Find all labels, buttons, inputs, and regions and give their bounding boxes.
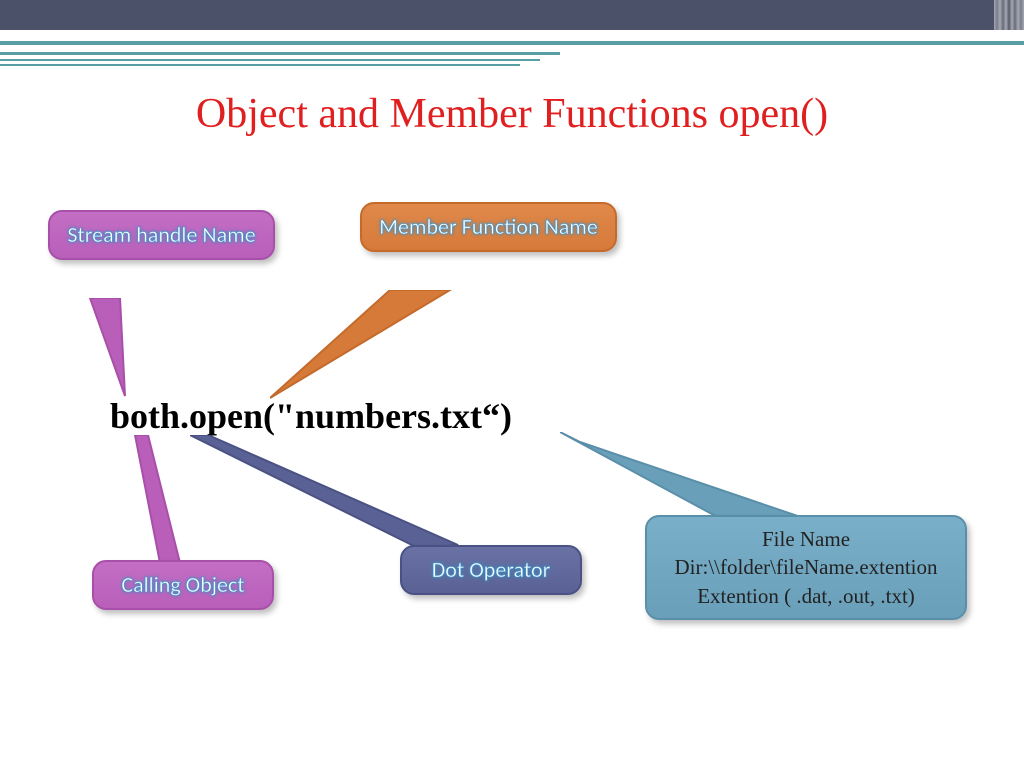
callout-text: Dot Operator xyxy=(432,556,551,583)
top-bar xyxy=(0,0,1024,30)
corner-stripes xyxy=(994,0,1024,30)
callout-text: Dir:\\folder\fileName.extention xyxy=(661,553,951,581)
accent-line xyxy=(0,41,1024,45)
callout-text: Member Function Name xyxy=(379,213,598,240)
callout-text: Calling Object xyxy=(121,571,244,598)
callout-text: Extention ( .dat, .out, .txt) xyxy=(661,582,951,610)
callout-dot-operator: Dot Operator xyxy=(400,545,582,595)
callout-tail xyxy=(120,435,190,565)
accent-line xyxy=(0,59,540,61)
accent-line xyxy=(0,52,560,55)
callout-tail xyxy=(70,298,130,398)
callout-stream-handle: Stream handle Name xyxy=(48,210,275,260)
callout-text: File Name xyxy=(661,525,951,553)
callout-tail xyxy=(270,290,500,400)
slide-title: Object and Member Functions open() xyxy=(0,90,1024,138)
accent-line xyxy=(0,64,520,66)
callout-member-function: Member Function Name xyxy=(360,202,617,252)
code-line: both.open("numbers.txt“) xyxy=(110,395,512,437)
callout-text: Stream handle Name xyxy=(67,221,255,248)
callout-tail xyxy=(190,435,460,550)
callout-file-name: File Name Dir:\\folder\fileName.extentio… xyxy=(645,515,967,620)
callout-calling-object: Calling Object xyxy=(92,560,274,610)
